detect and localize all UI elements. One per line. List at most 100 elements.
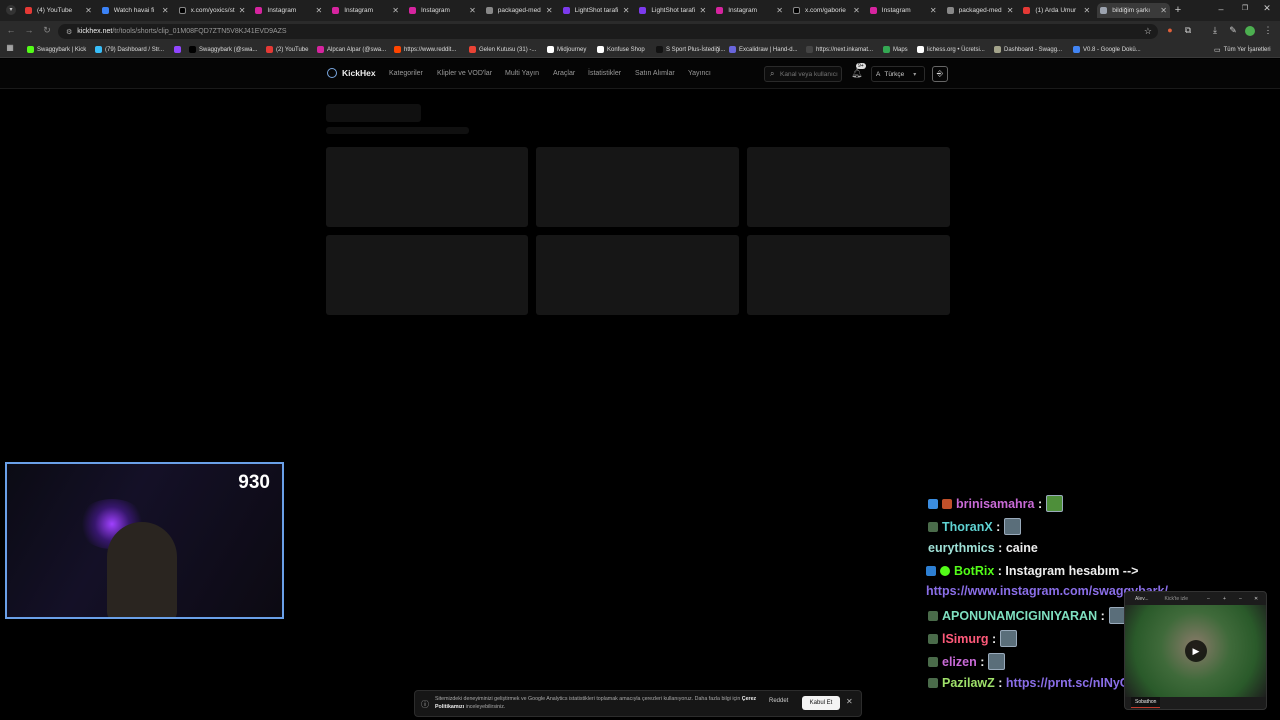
login-button[interactable]: ⎆ bbox=[932, 66, 948, 82]
restore-icon[interactable]: – bbox=[1239, 596, 1242, 602]
browser-tab[interactable]: bildiğim şarkı ✕ bbox=[1097, 3, 1170, 18]
close-icon[interactable]: ✕ bbox=[846, 697, 853, 706]
bookmark-item[interactable]: Swaggybark | Kick bbox=[27, 44, 86, 55]
close-tab-icon[interactable]: ✕ bbox=[546, 6, 553, 15]
browser-tab[interactable]: (4) YouTube ✕ bbox=[22, 3, 95, 18]
download-icon[interactable]: ⤓ bbox=[1209, 25, 1221, 36]
browser-tab[interactable]: LightShot tarafi ✕ bbox=[636, 3, 709, 18]
extension-icon[interactable]: ● bbox=[1164, 25, 1176, 35]
close-tab-icon[interactable]: ✕ bbox=[315, 6, 322, 15]
bookmark-item[interactable]: lichess.org • Ücretsi... bbox=[917, 44, 985, 55]
close-tab-icon[interactable]: ✕ bbox=[162, 6, 169, 15]
close-tab-icon[interactable]: ✕ bbox=[623, 6, 630, 15]
browser-tab[interactable]: Instagram ✕ bbox=[252, 3, 325, 18]
close-tab-icon[interactable]: ✕ bbox=[853, 6, 860, 15]
edit-icon[interactable]: ✎ bbox=[1227, 25, 1239, 36]
nav-purchases[interactable]: Satın Alımlar bbox=[635, 70, 675, 77]
language-select[interactable]: A Türkçe ▾ bbox=[871, 66, 925, 82]
mini-player-channel-tag[interactable]: Sobathon bbox=[1131, 697, 1161, 708]
browser-tab[interactable]: (1) Arda Umur ✕ bbox=[1020, 3, 1093, 18]
tab-search-icon[interactable]: ▾ bbox=[6, 5, 16, 15]
close-tab-icon[interactable]: ✕ bbox=[1160, 6, 1167, 15]
badge-icon bbox=[928, 678, 938, 688]
bookmark-item[interactable]: Alpcan Alpar (@swa... bbox=[317, 44, 386, 55]
close-tab-icon[interactable]: ✕ bbox=[699, 6, 706, 15]
browser-tab[interactable]: Watch havai fi ✕ bbox=[99, 3, 172, 18]
browser-tab[interactable]: Instagram ✕ bbox=[713, 3, 786, 18]
bookmark-label: Dashboard - Swagg... bbox=[1004, 46, 1063, 53]
bookmark-item[interactable]: Gelen Kutusu (31) -... bbox=[469, 44, 536, 55]
nav-categories[interactable]: Kategoriler bbox=[389, 70, 423, 77]
maximize-icon[interactable]: ❐ bbox=[1240, 4, 1250, 12]
close-tab-icon[interactable]: ✕ bbox=[239, 6, 246, 15]
browser-tab[interactable]: LightShot tarafi ✕ bbox=[560, 3, 633, 18]
bookmark-item[interactable] bbox=[174, 44, 184, 55]
close-tab-icon[interactable]: ✕ bbox=[85, 6, 92, 15]
skeleton-card bbox=[326, 147, 528, 227]
close-icon[interactable]: ✕ bbox=[1254, 596, 1258, 602]
close-window-icon[interactable]: ✕ bbox=[1262, 3, 1272, 14]
bookmark-item[interactable]: https://www.reddit... bbox=[394, 44, 456, 55]
accept-button[interactable]: Kabul Et bbox=[802, 696, 840, 710]
bookmark-item[interactable]: Dashboard - Swagg... bbox=[994, 44, 1062, 55]
bookmark-item[interactable]: Midjourney bbox=[547, 44, 586, 55]
bookmark-star-icon[interactable]: ☆ bbox=[1144, 26, 1152, 37]
bookmark-label: Maps bbox=[893, 46, 908, 53]
browser-tab[interactable]: Instagram ✕ bbox=[867, 3, 940, 18]
bookmark-item[interactable]: (2) YouTube bbox=[266, 44, 308, 55]
bookmark-favicon-icon bbox=[1073, 46, 1080, 53]
bookmark-item[interactable]: (79) Dashboard / Str... bbox=[95, 44, 164, 55]
nav-streamer[interactable]: Yayıncı bbox=[688, 70, 711, 77]
browser-tab[interactable]: x.com/yoxics/st ✕ bbox=[176, 3, 249, 18]
mini-player[interactable]: Alev... Kick'te izle – + – ✕ ▶ Sobathon bbox=[1124, 591, 1267, 710]
new-tab-button[interactable]: + bbox=[1172, 3, 1184, 17]
webcam-overlay: 930 bbox=[5, 462, 284, 619]
info-icon: ⓘ bbox=[421, 700, 429, 709]
close-tab-icon[interactable]: ✕ bbox=[1007, 6, 1014, 15]
skeleton-title bbox=[326, 104, 421, 122]
logo[interactable]: KickHex bbox=[327, 68, 376, 78]
browser-tab[interactable]: x.com/gaborie ✕ bbox=[790, 3, 863, 18]
all-bookmarks[interactable]: ▭ Tüm Yer İşaretleri bbox=[1214, 44, 1271, 55]
minimize-icon[interactable]: – bbox=[1207, 596, 1210, 602]
close-tab-icon[interactable]: ✕ bbox=[469, 6, 476, 15]
bookmark-label: https://next.inkamat... bbox=[816, 46, 874, 53]
tab-label: Watch havai fi bbox=[113, 7, 155, 14]
browser-tab[interactable]: packaged-med ✕ bbox=[483, 3, 556, 18]
profile-avatar[interactable] bbox=[1245, 26, 1255, 36]
search-box[interactable]: ⌕ bbox=[764, 66, 842, 82]
site-info-icon[interactable]: ⚙ bbox=[66, 28, 72, 36]
apps-grid-icon[interactable]: ▦ bbox=[5, 43, 15, 52]
chat-username: elizen bbox=[942, 654, 977, 669]
close-tab-icon[interactable]: ✕ bbox=[776, 6, 783, 15]
close-tab-icon[interactable]: ✕ bbox=[1083, 6, 1090, 15]
nav-clips-vods[interactable]: Klipler ve VOD'lar bbox=[437, 70, 492, 77]
nav-multi-stream[interactable]: Multi Yayın bbox=[505, 70, 539, 77]
bookmark-item[interactable]: Konfuse Shop bbox=[597, 44, 645, 55]
forward-icon[interactable]: → bbox=[24, 25, 34, 35]
notification-bell[interactable]: 🔔︎ 9+ bbox=[851, 63, 866, 79]
nav-stats[interactable]: İstatistikler bbox=[588, 70, 621, 77]
close-tab-icon[interactable]: ✕ bbox=[930, 6, 937, 15]
play-button[interactable]: ▶ bbox=[1185, 640, 1207, 662]
menu-icon[interactable]: ⋮ bbox=[1263, 25, 1273, 36]
url-field[interactable]: ⚙ kickhex.net/tr/tools/shorts/clip_01M08… bbox=[58, 24, 1158, 39]
bookmark-item[interactable]: V0.8 - Google Dokü... bbox=[1073, 44, 1141, 55]
reject-button[interactable]: Reddet bbox=[769, 698, 788, 704]
browser-tab[interactable]: Instagram ✕ bbox=[406, 3, 479, 18]
back-icon[interactable]: ← bbox=[6, 25, 16, 35]
browser-tab[interactable]: Instagram ✕ bbox=[329, 3, 402, 18]
bookmark-item[interactable]: https://next.inkamat... bbox=[806, 44, 873, 55]
search-input[interactable] bbox=[780, 69, 840, 80]
bookmark-item[interactable]: Excalidraw | Hand-d... bbox=[729, 44, 798, 55]
reload-icon[interactable]: ↻ bbox=[42, 25, 52, 36]
nav-tools[interactable]: Araçlar bbox=[553, 70, 575, 77]
extensions-puzzle-icon[interactable]: ⧉ bbox=[1182, 25, 1194, 36]
bookmark-item[interactable]: S Sport Plus-İstediği... bbox=[656, 44, 725, 55]
bookmark-item[interactable]: Maps bbox=[883, 44, 908, 55]
minimize-icon[interactable]: – bbox=[1216, 4, 1226, 14]
browser-tab[interactable]: packaged-med ✕ bbox=[944, 3, 1017, 18]
close-tab-icon[interactable]: ✕ bbox=[392, 6, 399, 15]
bookmark-item[interactable]: Swaggybark (@swa... bbox=[189, 44, 257, 55]
expand-icon[interactable]: + bbox=[1223, 596, 1226, 602]
